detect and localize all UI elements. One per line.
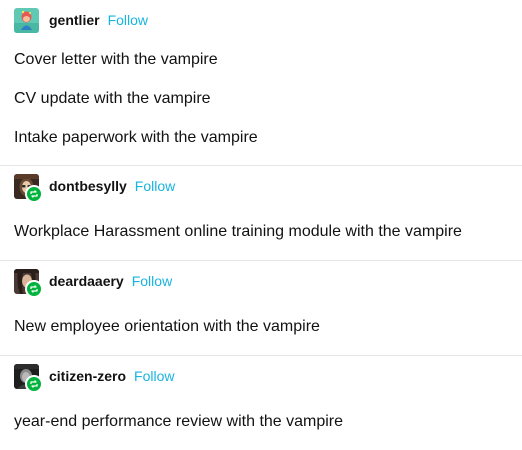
post-text-line: Workplace Harassment online training mod… [14, 223, 462, 240]
post-header: gentlier Follow [14, 7, 148, 33]
avatar-image [14, 7, 39, 33]
username[interactable]: gentlier [49, 12, 100, 28]
post-header: dontbesylly Follow [14, 173, 175, 203]
post-text-line: CV update with the vampire [14, 90, 211, 107]
follow-button[interactable]: Follow [108, 12, 148, 28]
reblog-icon [25, 374, 43, 393]
avatar[interactable] [14, 363, 43, 393]
username[interactable]: citizen-zero [49, 368, 126, 384]
post: dontbesylly Follow Workplace Harassment … [0, 166, 522, 261]
follow-button[interactable]: Follow [134, 368, 174, 384]
post-header: deardaaery Follow [14, 268, 172, 298]
avatar[interactable] [14, 173, 43, 203]
username[interactable]: deardaaery [49, 273, 124, 289]
post-header: citizen-zero Follow [14, 363, 174, 393]
reblog-icon [25, 279, 43, 298]
post-text-line: New employee orientation with the vampir… [14, 318, 320, 335]
follow-button[interactable]: Follow [135, 178, 175, 194]
username[interactable]: dontbesylly [49, 178, 127, 194]
post: deardaaery Follow New employee orientati… [0, 261, 522, 356]
avatar[interactable] [14, 268, 43, 298]
post-text-line: Intake paperwork with the vampire [14, 129, 258, 146]
avatar[interactable] [14, 7, 39, 33]
post: citizen-zero Follow year-end performance… [0, 356, 522, 450]
reblog-icon [25, 184, 43, 203]
post: gentlier Follow Cover letter with the va… [0, 0, 522, 166]
follow-button[interactable]: Follow [132, 273, 172, 289]
post-text-line: Cover letter with the vampire [14, 51, 218, 68]
post-text-line: year-end performance review with the vam… [14, 413, 344, 430]
